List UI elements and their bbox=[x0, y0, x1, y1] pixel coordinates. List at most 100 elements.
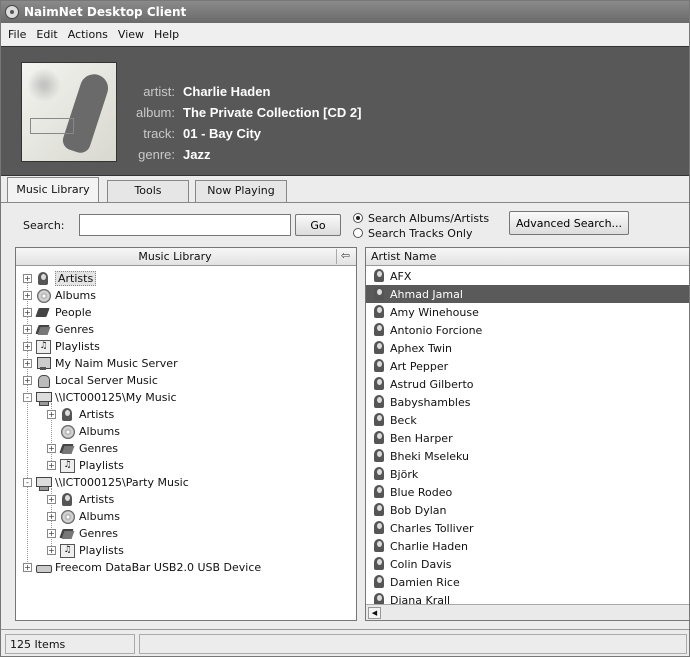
tree-item[interactable]: + Genres bbox=[47, 525, 118, 542]
people-icon bbox=[36, 306, 51, 320]
go-button[interactable]: Go bbox=[295, 214, 341, 236]
artist-list-item[interactable]: Damien Rice bbox=[366, 573, 689, 591]
artist-list-item[interactable]: Art Pepper bbox=[366, 357, 689, 375]
artist-icon bbox=[372, 341, 387, 355]
artist-list-item[interactable]: Babyshambles bbox=[366, 393, 689, 411]
tree-item[interactable]: + Playlists bbox=[23, 338, 100, 355]
artist-list-item[interactable]: Ahmad Jamal bbox=[366, 285, 689, 303]
tree-item[interactable]: Albums bbox=[47, 423, 120, 440]
artist-value: Charlie Haden bbox=[183, 84, 271, 99]
search-bar: Search: Go Search Albums/Artists Search … bbox=[1, 203, 689, 245]
expand-icon[interactable]: + bbox=[23, 308, 32, 317]
expand-icon[interactable]: + bbox=[23, 325, 32, 334]
expand-icon[interactable]: + bbox=[47, 444, 56, 453]
artist-name: Charlie Haden bbox=[390, 539, 469, 553]
app-window: NaimNet Desktop Client File Edit Actions… bbox=[0, 0, 690, 657]
artist-list-item[interactable]: Antonio Forcione bbox=[366, 321, 689, 339]
artist-list-item[interactable]: Beck bbox=[366, 411, 689, 429]
tree-item[interactable]: + Genres bbox=[23, 321, 94, 338]
expand-icon[interactable]: + bbox=[23, 291, 32, 300]
artist-list-item[interactable]: Astrud Gilberto bbox=[366, 375, 689, 393]
artist-list-item[interactable]: Blue Rodeo bbox=[366, 483, 689, 501]
expand-icon[interactable]: + bbox=[23, 274, 32, 283]
tree-item[interactable]: + Artists bbox=[47, 406, 114, 423]
artist-list-item[interactable]: Bob Dylan bbox=[366, 501, 689, 519]
expand-icon[interactable] bbox=[47, 427, 56, 436]
tree-item-label: Freecom DataBar USB2.0 USB Device bbox=[55, 561, 262, 574]
tree-item[interactable]: + Playlists bbox=[47, 457, 124, 474]
tab-now-playing[interactable]: Now Playing bbox=[195, 180, 287, 202]
artist-icon bbox=[372, 449, 387, 463]
tab-music-library[interactable]: Music Library bbox=[7, 177, 99, 203]
artist-name: AFX bbox=[390, 269, 412, 283]
tree-item[interactable]: + Artists bbox=[47, 491, 114, 508]
radio-search-tracks[interactable]: Search Tracks Only bbox=[353, 226, 503, 240]
advanced-search-button[interactable]: Advanced Search... bbox=[509, 211, 629, 235]
tree-item[interactable]: + Playlists bbox=[47, 542, 124, 559]
artist-list-item[interactable]: Aphex Twin bbox=[366, 339, 689, 357]
artist-list[interactable]: Artist Name AFX Ahmad Jamal Amy Winehouse A… bbox=[365, 247, 689, 621]
artist-list-item[interactable]: Charlie Haden bbox=[366, 537, 689, 555]
artist-list-item[interactable]: Colin Davis bbox=[366, 555, 689, 573]
tree-item[interactable]: + Albums bbox=[47, 508, 120, 525]
track-info: artist: Charlie Haden album: The Private C… bbox=[125, 81, 361, 165]
collapse-icon[interactable]: - bbox=[23, 393, 32, 402]
artist-name-column-header[interactable]: Artist Name bbox=[366, 248, 689, 266]
expand-icon[interactable]: + bbox=[23, 359, 32, 368]
expand-icon[interactable]: + bbox=[47, 546, 56, 555]
tree-item[interactable]: + Local Server Music bbox=[23, 372, 158, 389]
artist-list-item[interactable]: Charles Tolliver bbox=[366, 519, 689, 537]
menu-help[interactable]: Help bbox=[149, 28, 184, 41]
menu-actions[interactable]: Actions bbox=[63, 28, 113, 41]
tree-item-label: \\ICT000125\My Music bbox=[55, 391, 177, 404]
expand-icon[interactable]: + bbox=[23, 342, 32, 351]
radio-tracks-label: Search Tracks Only bbox=[368, 226, 473, 240]
search-input[interactable] bbox=[79, 214, 291, 236]
horizontal-scrollbar[interactable]: ◀ bbox=[366, 604, 689, 620]
tree-item-label: \\ICT000125\Party Music bbox=[55, 476, 189, 489]
expand-icon[interactable]: + bbox=[47, 495, 56, 504]
expand-icon[interactable]: + bbox=[47, 410, 56, 419]
artist-list-item[interactable]: Björk bbox=[366, 465, 689, 483]
tab-tools[interactable]: Tools bbox=[107, 180, 189, 202]
tree-item-label: Playlists bbox=[79, 544, 124, 557]
tree-item[interactable]: - \\ICT000125\My Music bbox=[23, 389, 177, 406]
artist-list-item[interactable]: Amy Winehouse bbox=[366, 303, 689, 321]
artist-icon bbox=[372, 539, 387, 553]
artist-name: Ahmad Jamal bbox=[390, 287, 463, 301]
menu-edit[interactable]: Edit bbox=[31, 28, 62, 41]
radio-search-albums-artists[interactable]: Search Albums/Artists bbox=[353, 211, 503, 225]
tree-item[interactable]: + Freecom DataBar USB2.0 USB Device bbox=[23, 559, 261, 576]
tree-item-label: Albums bbox=[79, 510, 120, 523]
collapse-icon[interactable]: - bbox=[23, 478, 32, 487]
expand-icon[interactable]: + bbox=[23, 563, 32, 572]
expand-icon[interactable]: + bbox=[47, 529, 56, 538]
tree-item[interactable]: + Genres bbox=[47, 440, 118, 457]
tree-item[interactable]: + Albums bbox=[23, 287, 96, 304]
artist-list-item[interactable]: AFX bbox=[366, 267, 689, 285]
network-drive-icon bbox=[36, 476, 52, 491]
window-title: NaimNet Desktop Client bbox=[24, 5, 187, 19]
tree-item-label: People bbox=[55, 306, 92, 319]
scroll-left-icon[interactable]: ◀ bbox=[368, 607, 381, 619]
menu-view[interactable]: View bbox=[113, 28, 149, 41]
network-drive-icon bbox=[36, 391, 52, 406]
status-bar: 125 Items bbox=[1, 629, 689, 656]
tree-item[interactable]: + My Naim Music Server bbox=[23, 355, 178, 372]
expand-icon[interactable]: + bbox=[47, 461, 56, 470]
expand-icon[interactable]: + bbox=[23, 376, 32, 385]
artist-list-item[interactable]: Ben Harper bbox=[366, 429, 689, 447]
pin-icon[interactable]: ⇦ bbox=[336, 249, 354, 264]
expand-icon[interactable]: + bbox=[47, 512, 56, 521]
tree-item[interactable]: + Artists bbox=[23, 270, 97, 287]
library-title: Music Library bbox=[138, 250, 212, 263]
artist-icon bbox=[372, 377, 387, 391]
artist-icon bbox=[372, 413, 387, 427]
music-library-tree[interactable]: Music Library ⇦ + Artists + Albums + People + G… bbox=[15, 247, 357, 621]
tree-item[interactable]: + People bbox=[23, 304, 92, 321]
tree-item[interactable]: - \\ICT000125\Party Music bbox=[23, 474, 189, 491]
menu-file[interactable]: File bbox=[3, 28, 31, 41]
server-icon bbox=[36, 356, 51, 371]
title-bar[interactable]: NaimNet Desktop Client bbox=[1, 1, 689, 23]
artist-list-item[interactable]: Bheki Mseleku bbox=[366, 447, 689, 465]
